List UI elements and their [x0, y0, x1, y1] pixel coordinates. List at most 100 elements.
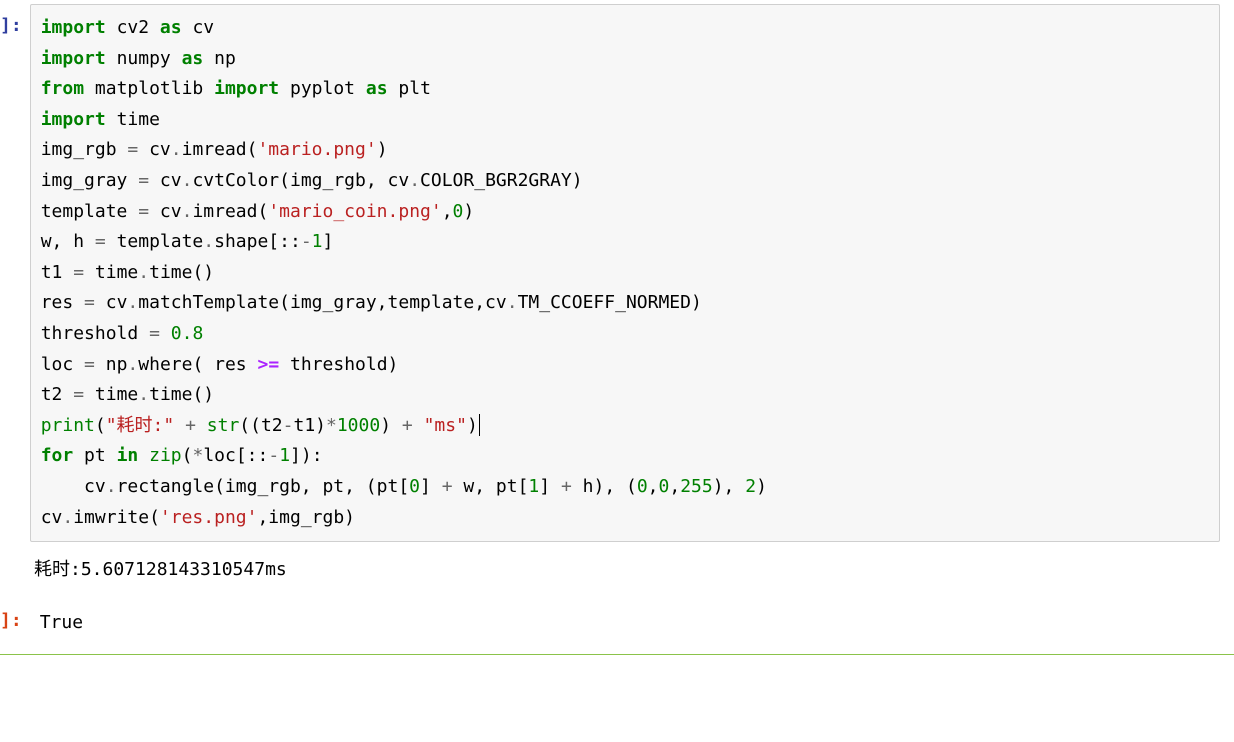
args-imgrgb: ,img_rgb)	[257, 507, 355, 528]
expr-t2: ((t2	[239, 415, 282, 436]
keyword-as: as	[366, 78, 388, 99]
module-numpy: numpy	[117, 48, 171, 69]
comma: ,	[442, 201, 453, 222]
bracket: ]	[539, 476, 550, 497]
paren-close: )	[380, 415, 391, 436]
num-one: 1	[528, 476, 539, 497]
alias-plt: plt	[398, 78, 431, 99]
stdout-cell: 耗时:5.607128143310547ms	[0, 546, 1220, 595]
star: *	[192, 445, 203, 466]
num-zero: 0	[409, 476, 420, 497]
expr-w-pt: w, pt[	[463, 476, 528, 497]
op-ge: >=	[257, 354, 279, 375]
bracket-colon: ]):	[290, 445, 323, 466]
fn-cvtcolor: cvtColor(img_rgb, cv	[192, 170, 409, 191]
ns-cv: cv	[41, 507, 63, 528]
module-pyplot: pyplot	[290, 78, 355, 99]
minus: -	[268, 445, 279, 466]
keyword-as: as	[160, 17, 182, 38]
dot: .	[409, 170, 420, 191]
num-1000: 1000	[337, 415, 380, 436]
var-threshold: threshold	[41, 323, 139, 344]
fn-imread: imread(	[182, 139, 258, 160]
output-prompt: ]:	[0, 599, 30, 636]
dot: .	[182, 201, 193, 222]
mult: *	[326, 415, 337, 436]
dot: .	[127, 354, 138, 375]
equals: =	[138, 201, 149, 222]
minus: -	[301, 231, 312, 252]
stdout-text: 耗时:5.607128143310547ms	[24, 546, 1220, 595]
paren-close: )	[756, 476, 767, 497]
equals: =	[149, 323, 160, 344]
bracket: ]	[323, 231, 334, 252]
ns-np: np	[106, 354, 128, 375]
num-zero: 0	[659, 476, 670, 497]
stdout-prompt	[0, 546, 24, 554]
var-t2: t2	[41, 384, 63, 405]
plus: +	[561, 476, 572, 497]
string-mario-png: 'mario.png'	[257, 139, 376, 160]
dot: .	[171, 139, 182, 160]
num-threshold: 0.8	[171, 323, 204, 344]
indent-cv: cv	[41, 476, 106, 497]
alias-cv: cv	[192, 17, 214, 38]
plus: +	[402, 415, 413, 436]
string-haoshi: "耗时:"	[106, 415, 175, 436]
minus: -	[283, 415, 294, 436]
paren: )	[463, 201, 474, 222]
dot: .	[203, 231, 214, 252]
var-res: res	[41, 292, 74, 313]
output-cell: ]: True	[0, 599, 1220, 648]
input-prompt: ]:	[0, 4, 30, 41]
expr-t1: t1)	[293, 415, 326, 436]
paren-close: )	[467, 415, 478, 436]
ns-cv: cv	[160, 170, 182, 191]
module-matplotlib: matplotlib	[95, 78, 203, 99]
fn-imwrite: imwrite(	[73, 507, 160, 528]
input-cell: ]: import cv2 as cv import numpy as np f…	[0, 4, 1220, 542]
string-ms: "ms"	[424, 415, 467, 436]
dot: .	[507, 292, 518, 313]
code-editor[interactable]: import cv2 as cv import numpy as np from…	[30, 4, 1220, 542]
num-255: 255	[680, 476, 713, 497]
paren-comma: ),	[713, 476, 735, 497]
keyword-import: import	[41, 109, 106, 130]
equals: =	[84, 354, 95, 375]
cell-divider	[0, 654, 1234, 655]
fn-print: print	[41, 415, 95, 436]
output-result: True	[30, 599, 1220, 648]
attr-shape: shape[::	[214, 231, 301, 252]
var-img-rgb: img_rgb	[41, 139, 117, 160]
keyword-as: as	[182, 48, 204, 69]
var-img-gray: img_gray	[41, 170, 128, 191]
equals: =	[127, 139, 138, 160]
var-loc: loc	[41, 354, 74, 375]
ns-cv: cv	[149, 139, 171, 160]
fn-rectangle: rectangle(img_rgb, pt, (pt[	[117, 476, 410, 497]
paren: )	[377, 139, 388, 160]
fn-time: time()	[149, 384, 214, 405]
keyword-import: import	[41, 48, 106, 69]
string-res-png: 'res.png'	[160, 507, 258, 528]
comma: ,	[648, 476, 659, 497]
num-zero: 0	[453, 201, 464, 222]
ns-cv: cv	[160, 201, 182, 222]
ns-time: time	[95, 384, 138, 405]
var-t1: t1	[41, 262, 63, 283]
var-threshold: threshold)	[290, 354, 398, 375]
module-time: time	[117, 109, 160, 130]
var-template: template	[117, 231, 204, 252]
equals: =	[73, 384, 84, 405]
dot: .	[138, 384, 149, 405]
equals: =	[73, 262, 84, 283]
equals: =	[138, 170, 149, 191]
const-bgr2gray: COLOR_BGR2GRAY)	[420, 170, 583, 191]
paren-open: (	[182, 445, 193, 466]
keyword-import: import	[214, 78, 279, 99]
equals: =	[84, 292, 95, 313]
paren-open: (	[95, 415, 106, 436]
num-two: 2	[745, 476, 756, 497]
num-one: 1	[279, 445, 290, 466]
keyword-in: in	[117, 445, 139, 466]
